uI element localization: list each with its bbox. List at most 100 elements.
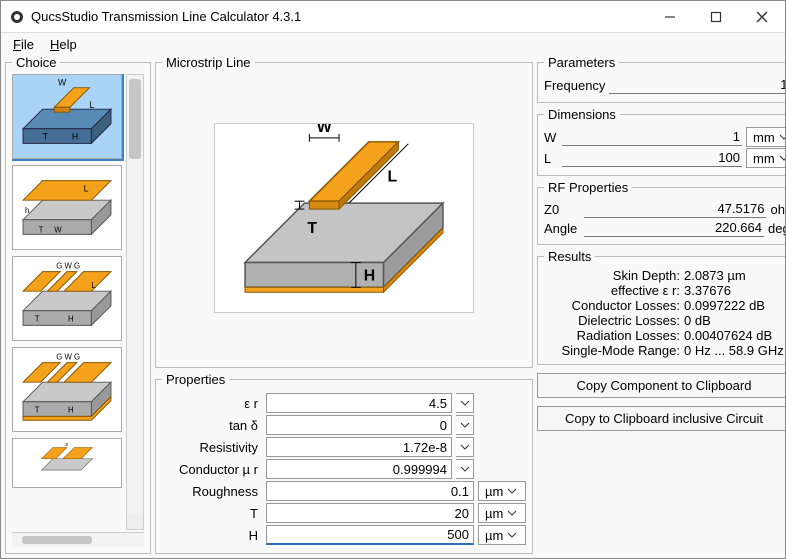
svg-text:T: T [35, 405, 40, 414]
maximize-button[interactable] [693, 1, 739, 33]
window-title: QucsStudio Transmission Line Calculator … [31, 9, 301, 24]
microstrip-diagram: W L T H [162, 74, 526, 361]
microstrip-panel: Microstrip Line W [155, 55, 533, 368]
eff-eps-label: effective ε r: [544, 283, 684, 298]
results-legend: Results [544, 249, 595, 264]
choice-microstrip[interactable]: W L T H [12, 74, 122, 159]
dielectric-loss-label: Dielectric Losses: [544, 313, 684, 328]
mur-select[interactable] [456, 459, 474, 479]
h-unit-select[interactable]: µm [478, 525, 526, 545]
choice-option-5[interactable]: S [12, 438, 122, 488]
choice-list[interactable]: W L T H Lh T W G W G L T H G W G T H [12, 74, 126, 530]
single-mode-value: 0 Hz ... 58.9 GHz [684, 343, 784, 358]
svg-text:L: L [89, 100, 94, 110]
frequency-label: Frequency [544, 78, 605, 93]
h-input[interactable] [266, 525, 474, 545]
rf-properties-legend: RF Properties [544, 180, 632, 195]
minimize-button[interactable] [647, 1, 693, 33]
radiation-loss-label: Radiation Losses: [544, 328, 684, 343]
angle-label: Angle [544, 221, 580, 236]
angle-input[interactable] [584, 219, 764, 237]
t-label: T [162, 506, 262, 521]
tand-label: tan δ [162, 418, 262, 433]
svg-text:L: L [388, 168, 398, 185]
choice-option-3[interactable]: G W G L T H [12, 256, 122, 341]
z0-unit: ohms [770, 202, 785, 217]
l-label: L [544, 151, 558, 166]
mur-input[interactable] [266, 459, 452, 479]
resistivity-select[interactable] [456, 437, 474, 457]
close-button[interactable] [739, 1, 785, 33]
single-mode-label: Single-Mode Range: [544, 343, 684, 358]
svg-text:G W G: G W G [56, 262, 80, 271]
epsr-label: ε r [162, 396, 262, 411]
z0-input[interactable] [584, 200, 766, 218]
choice-option-2[interactable]: Lh T W [12, 165, 122, 250]
t-unit-select[interactable]: µm [478, 503, 526, 523]
tand-select[interactable] [456, 415, 474, 435]
choice-scrollbar[interactable] [126, 74, 144, 530]
w-label: W [544, 130, 558, 145]
svg-text:W: W [317, 123, 332, 136]
svg-text:h: h [25, 206, 29, 215]
svg-text:L: L [84, 183, 89, 193]
svg-text:W: W [54, 225, 62, 234]
svg-text:H: H [68, 314, 74, 323]
resistivity-input[interactable] [266, 437, 452, 457]
properties-legend: Properties [162, 372, 229, 387]
svg-text:H: H [68, 405, 74, 414]
svg-text:T: T [39, 225, 44, 234]
conductor-loss-value: 0.0997222 dB [684, 298, 784, 313]
skin-depth-label: Skin Depth: [544, 268, 684, 283]
dimensions-legend: Dimensions [544, 107, 620, 122]
svg-text:T: T [43, 131, 49, 141]
svg-text:T: T [35, 314, 40, 323]
choice-panel: Choice W L T H Lh T W G W G L T H [5, 55, 151, 554]
copy-circuit-button[interactable]: Copy to Clipboard inclusive Circuit [537, 406, 785, 431]
choice-legend: Choice [12, 55, 60, 70]
conductor-loss-label: Conductor Losses: [544, 298, 684, 313]
svg-text:S: S [65, 442, 68, 447]
epsr-input[interactable] [266, 393, 452, 413]
dimensions-panel: Dimensions W mm L mm [537, 107, 785, 176]
choice-h-scrollbar[interactable] [12, 532, 144, 547]
t-input[interactable] [266, 503, 474, 523]
roughness-label: Roughness [162, 484, 262, 499]
tand-input[interactable] [266, 415, 452, 435]
parameters-legend: Parameters [544, 55, 619, 70]
z0-label: Z0 [544, 202, 580, 217]
titlebar: QucsStudio Transmission Line Calculator … [1, 1, 785, 33]
radiation-loss-value: 0.00407624 dB [684, 328, 784, 343]
roughness-unit-select[interactable]: µm [478, 481, 526, 501]
microstrip-legend: Microstrip Line [162, 55, 255, 70]
mur-label: Conductor µ r [162, 462, 262, 477]
svg-text:H: H [364, 267, 375, 284]
menubar: File Help [1, 33, 785, 55]
svg-text:G W G: G W G [56, 353, 80, 362]
svg-text:T: T [307, 219, 317, 236]
l-unit-select[interactable]: mm [746, 148, 785, 168]
h-label: H [162, 528, 262, 543]
menu-help[interactable]: Help [44, 36, 83, 53]
dielectric-loss-value: 0 dB [684, 313, 784, 328]
frequency-input[interactable] [609, 76, 785, 94]
svg-text:H: H [72, 131, 78, 141]
choice-option-4[interactable]: G W G T H [12, 347, 122, 432]
app-icon [9, 9, 25, 25]
copy-component-button[interactable]: Copy Component to Clipboard [537, 373, 785, 398]
parameters-panel: Parameters Frequency GHz [537, 55, 785, 103]
svg-text:L: L [91, 281, 96, 290]
svg-text:W: W [58, 78, 67, 88]
w-unit-select[interactable]: mm [746, 127, 785, 147]
menu-file[interactable]: File [7, 36, 40, 53]
l-input[interactable] [562, 149, 742, 167]
eff-eps-value: 3.37676 [684, 283, 784, 298]
rf-properties-panel: RF Properties Z0 ohms Angle degree [537, 180, 785, 245]
w-input[interactable] [562, 128, 742, 146]
resistivity-label: Resistivity [162, 440, 262, 455]
properties-panel: Properties ε r tan δ R [155, 372, 533, 554]
angle-unit: degree [768, 221, 785, 236]
epsr-select[interactable] [456, 393, 474, 413]
roughness-input[interactable] [266, 481, 474, 501]
skin-depth-value: 2.0873 µm [684, 268, 784, 283]
